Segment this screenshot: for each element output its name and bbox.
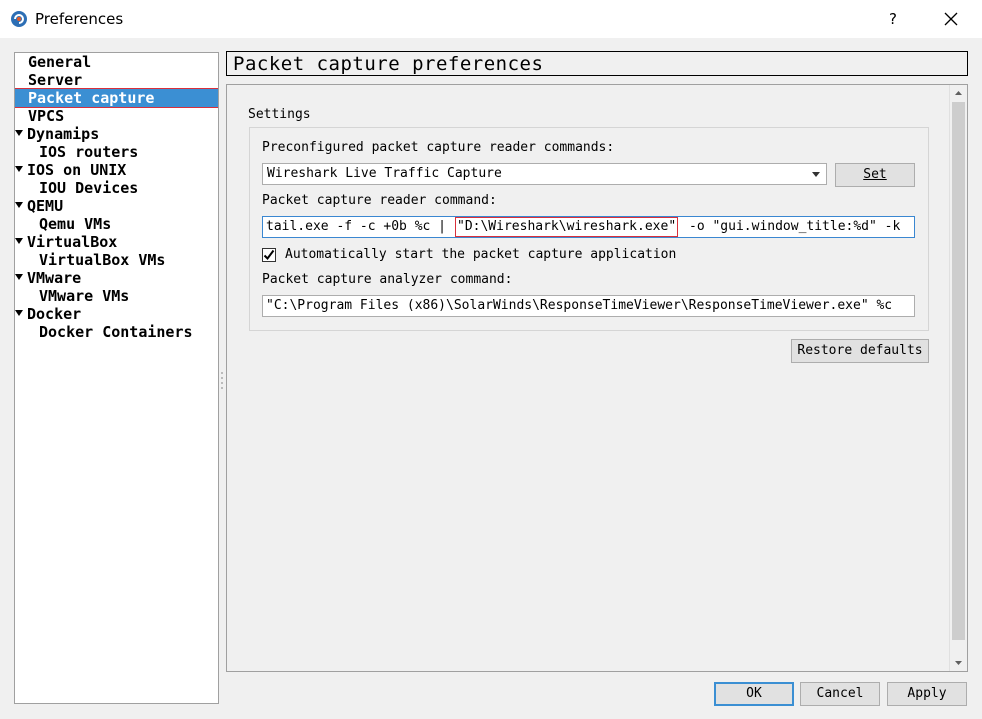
window-title: Preferences (35, 10, 124, 28)
close-icon (944, 12, 958, 26)
reader-command-part-tail: tail.exe -f -c +0b %c | (266, 219, 447, 234)
sidebar-item-dynamips[interactable]: Dynamips (15, 125, 99, 143)
reader-command-input[interactable]: tail.exe -f -c +0b %c | "D:\Wireshark\wi… (262, 216, 915, 238)
sidebar-item-packet-capture[interactable]: Packet capture (15, 88, 218, 108)
help-button[interactable]: ? (878, 6, 908, 32)
sidebar-item-qemu-vms[interactable]: Qemu VMs (39, 215, 111, 233)
expand-arrow-icon[interactable] (15, 129, 23, 136)
expand-arrow-icon[interactable] (15, 201, 23, 208)
settings-group: Preconfigured packet capture reader comm… (249, 127, 929, 331)
vertical-scrollbar[interactable] (949, 85, 967, 671)
preferences-sidebar: General Server Packet capture VPCS Dynam… (14, 52, 219, 704)
page-header: Packet capture preferences (226, 51, 968, 76)
sidebar-item-iou-devices[interactable]: IOU Devices (39, 179, 138, 197)
sidebar-item-general[interactable]: General (28, 53, 91, 71)
page-title: Packet capture preferences (233, 53, 544, 75)
expand-arrow-icon[interactable] (15, 165, 23, 172)
scroll-thumb[interactable] (952, 102, 965, 640)
splitter-handle[interactable] (220, 370, 224, 390)
scroll-up-button[interactable] (950, 85, 967, 101)
analyzer-command-label: Packet capture analyzer command: (262, 272, 513, 287)
settings-group-label: Settings (248, 107, 311, 122)
scroll-up-arrow-icon (955, 91, 962, 95)
sidebar-item-vpcs[interactable]: VPCS (28, 107, 64, 125)
content-panel: Settings Preconfigured packet capture re… (226, 84, 968, 672)
cancel-button[interactable]: Cancel (800, 682, 880, 706)
sidebar-item-server[interactable]: Server (28, 71, 82, 89)
sidebar-item-vmware[interactable]: VMware (15, 269, 81, 287)
sidebar-item-ios-routers[interactable]: IOS routers (39, 143, 138, 161)
scroll-down-arrow-icon (955, 661, 962, 665)
checkmark-icon (263, 249, 275, 261)
sidebar-item-vmware-vms[interactable]: VMware VMs (39, 287, 129, 305)
expand-arrow-icon[interactable] (15, 273, 23, 280)
sidebar-item-ios-on-unix[interactable]: IOS on UNIX (15, 161, 126, 179)
dropdown-arrow-icon[interactable] (812, 172, 820, 177)
preconfigured-select-value: Wireshark Live Traffic Capture (267, 166, 502, 181)
reader-command-label: Packet capture reader command: (262, 193, 497, 208)
restore-defaults-button[interactable]: Restore defaults (791, 339, 929, 363)
sidebar-item-virtualbox-vms[interactable]: VirtualBox VMs (39, 251, 165, 269)
reader-command-part-options: -o "gui.window_title:%d" -k (689, 219, 901, 234)
preconfigured-command-select[interactable]: Wireshark Live Traffic Capture (262, 163, 827, 185)
expand-arrow-icon[interactable] (15, 309, 23, 316)
set-button[interactable]: Set (835, 163, 915, 187)
expand-arrow-icon[interactable] (15, 237, 23, 244)
sidebar-item-virtualbox[interactable]: VirtualBox (15, 233, 117, 251)
sidebar-item-docker[interactable]: Docker (15, 305, 81, 323)
gns3-app-icon (10, 10, 28, 28)
sidebar-item-docker-containers[interactable]: Docker Containers (39, 323, 193, 341)
autostart-label[interactable]: Automatically start the packet capture a… (285, 247, 676, 262)
sidebar-item-qemu[interactable]: QEMU (15, 197, 63, 215)
reader-command-part-wireshark: "D:\Wireshark\wireshark.exe" (455, 217, 679, 237)
title-bar: Preferences ? (0, 0, 982, 38)
apply-button[interactable]: Apply (887, 682, 967, 706)
autostart-checkbox[interactable] (262, 248, 276, 262)
scroll-down-button[interactable] (950, 655, 967, 671)
analyzer-command-input[interactable]: "C:\Program Files (x86)\SolarWinds\Respo… (262, 295, 915, 317)
preconfigured-label: Preconfigured packet capture reader comm… (262, 140, 615, 155)
ok-button[interactable]: OK (714, 682, 794, 706)
close-button[interactable] (934, 6, 968, 32)
analyzer-command-value: "C:\Program Files (x86)\SolarWinds\Respo… (266, 298, 893, 313)
